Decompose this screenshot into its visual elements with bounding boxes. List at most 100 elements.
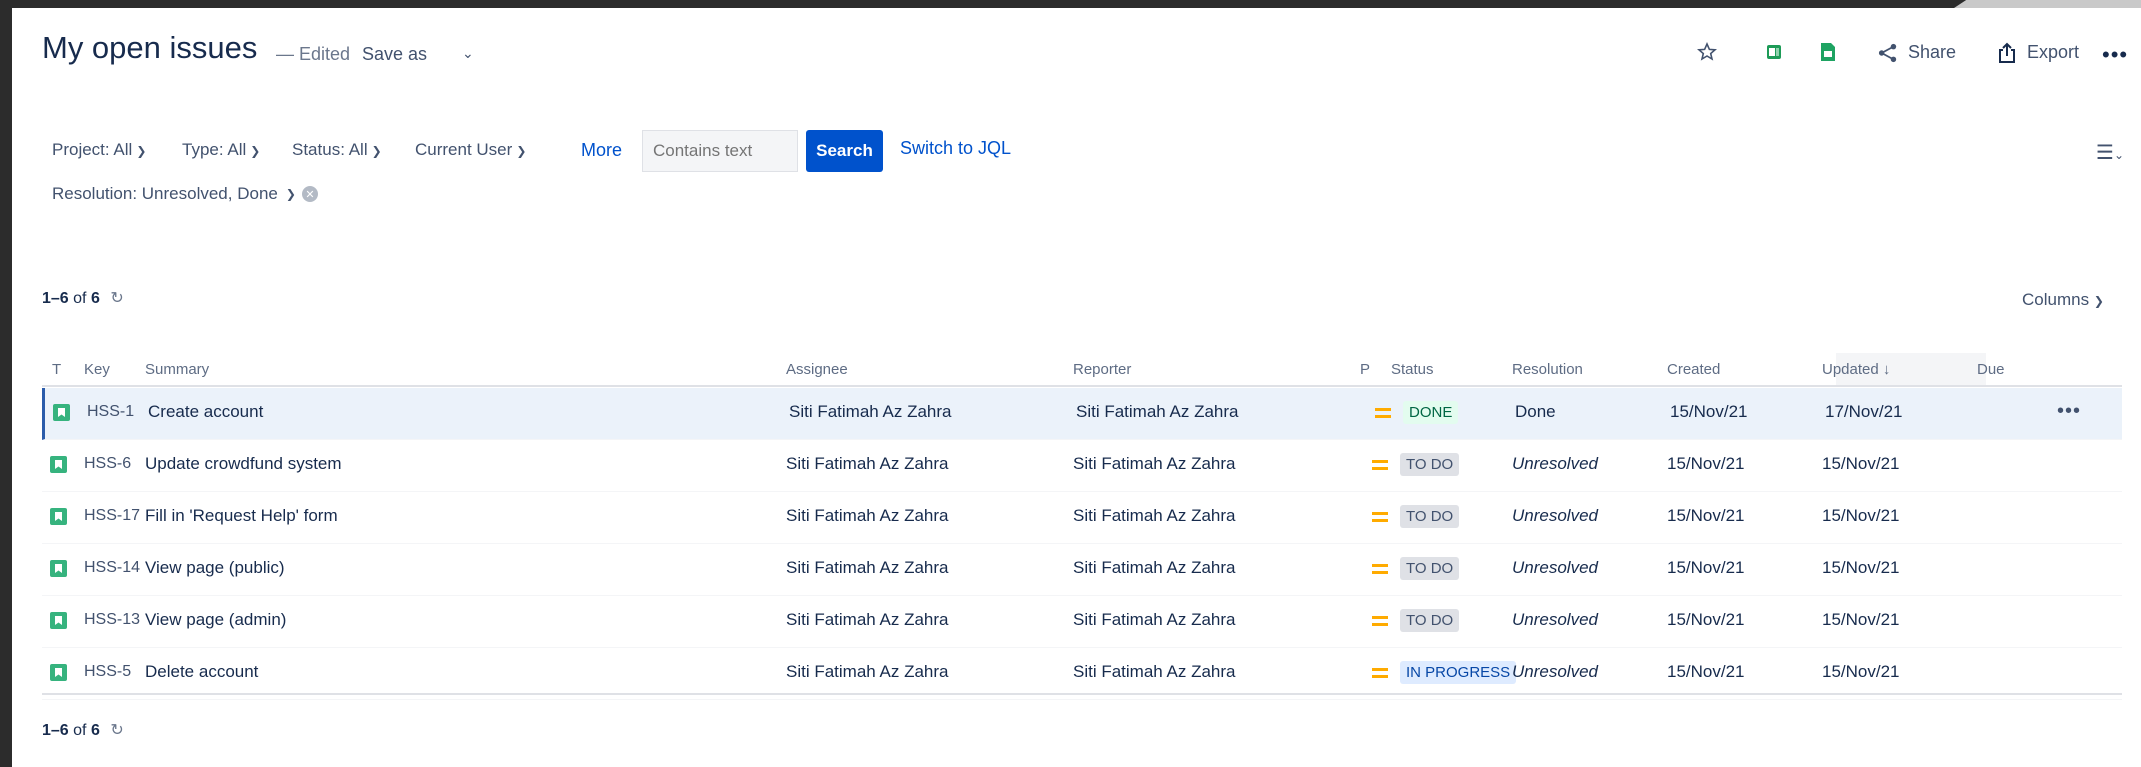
refresh-icon[interactable]: ↻ bbox=[110, 290, 123, 307]
sheets-export-button[interactable] bbox=[1818, 42, 1838, 62]
table-row[interactable]: HSS-14 View page (public) Siti Fatimah A… bbox=[42, 544, 2122, 596]
chevron-down-icon: ❯ bbox=[136, 144, 147, 158]
status-badge: TO DO bbox=[1400, 505, 1460, 528]
issue-resolution: Done bbox=[1515, 402, 1556, 421]
table-row[interactable]: HSS-6 Update crowdfund system Siti Fatim… bbox=[42, 440, 2122, 492]
search-input[interactable] bbox=[642, 130, 798, 172]
resolution-filter-label: Resolution: Unresolved, Done bbox=[52, 184, 278, 203]
col-assignee[interactable]: Assignee bbox=[786, 361, 848, 378]
col-reporter[interactable]: Reporter bbox=[1073, 361, 1131, 378]
issue-reporter: Siti Fatimah Az Zahra bbox=[1073, 454, 1236, 473]
col-updated-label: Updated bbox=[1822, 361, 1879, 378]
col-status[interactable]: Status bbox=[1391, 361, 1434, 378]
clear-filter-icon[interactable]: ✕ bbox=[301, 186, 318, 202]
status-filter[interactable]: Status: All ❯ bbox=[292, 140, 382, 160]
issue-updated: 15/Nov/21 bbox=[1822, 610, 1900, 629]
issue-key[interactable]: HSS-5 bbox=[84, 663, 131, 681]
priority-medium-icon bbox=[1372, 564, 1388, 574]
priority-medium-icon bbox=[1372, 512, 1388, 522]
export-button[interactable]: Export bbox=[1997, 42, 2079, 63]
issue-key[interactable]: HSS-1 bbox=[87, 403, 134, 421]
more-filters-link[interactable]: More bbox=[581, 140, 622, 161]
issue-reporter: Siti Fatimah Az Zahra bbox=[1073, 610, 1236, 629]
columns-label: Columns bbox=[2022, 290, 2090, 309]
user-filter[interactable]: Current User ❯ bbox=[415, 140, 526, 160]
col-summary[interactable]: Summary bbox=[145, 361, 209, 378]
col-updated[interactable]: Updated ↓ bbox=[1822, 361, 1890, 378]
issue-summary[interactable]: Delete account bbox=[145, 662, 258, 682]
col-due[interactable]: Due bbox=[1977, 361, 2005, 378]
issue-created: 15/Nov/21 bbox=[1670, 402, 1748, 421]
issue-assignee: Siti Fatimah Az Zahra bbox=[786, 454, 949, 473]
priority-medium-icon bbox=[1375, 408, 1391, 418]
status-filter-label: Status: All bbox=[292, 140, 368, 159]
pagination-count-top: 1–6 of 6 ↻ bbox=[42, 288, 124, 308]
issue-summary[interactable]: Create account bbox=[148, 402, 263, 422]
table-row[interactable]: HSS-13 View page (admin) Siti Fatimah Az… bbox=[42, 596, 2122, 648]
status-badge: TO DO bbox=[1400, 609, 1460, 632]
columns-button[interactable]: Columns ❯ bbox=[2022, 290, 2104, 310]
priority-medium-icon bbox=[1372, 668, 1388, 678]
story-icon bbox=[50, 664, 67, 681]
issue-key[interactable]: HSS-13 bbox=[84, 611, 140, 629]
issue-updated: 15/Nov/21 bbox=[1822, 558, 1900, 577]
table-bottom-divider bbox=[42, 693, 2122, 695]
col-created[interactable]: Created bbox=[1667, 361, 1720, 378]
window-frame-top bbox=[0, 0, 2141, 8]
issue-resolution: Unresolved bbox=[1512, 454, 1598, 473]
list-icon: ☰ bbox=[2096, 142, 2114, 164]
story-icon bbox=[50, 560, 67, 577]
chevron-down-icon: ❯ bbox=[2093, 294, 2104, 308]
story-icon bbox=[50, 612, 67, 629]
refresh-icon[interactable]: ↻ bbox=[110, 722, 123, 739]
issue-updated: 15/Nov/21 bbox=[1822, 662, 1900, 681]
export-label: Export bbox=[2027, 42, 2080, 62]
pagination-range: 1–6 bbox=[42, 722, 69, 739]
chevron-down-icon: ❯ bbox=[516, 144, 527, 158]
col-priority[interactable]: P bbox=[1360, 361, 1370, 378]
issue-navigator-page: My open issues — Edited Save as ⌄ Share … bbox=[12, 8, 2141, 767]
resolution-filter[interactable]: Resolution: Unresolved, Done ❯ ✕ bbox=[52, 184, 318, 204]
issue-updated: 15/Nov/21 bbox=[1822, 454, 1900, 473]
col-type[interactable]: T bbox=[52, 361, 61, 378]
star-button[interactable] bbox=[1697, 42, 1717, 62]
issue-reporter: Siti Fatimah Az Zahra bbox=[1073, 558, 1236, 577]
excel-export-button[interactable] bbox=[1764, 42, 1784, 62]
table-row[interactable]: HSS-17 Fill in 'Request Help' form Siti … bbox=[42, 492, 2122, 544]
page-title: My open issues bbox=[42, 30, 258, 65]
issue-reporter: Siti Fatimah Az Zahra bbox=[1073, 506, 1236, 525]
issue-reporter: Siti Fatimah Az Zahra bbox=[1076, 402, 1239, 421]
chevron-down-icon: ⌄ bbox=[2113, 148, 2124, 162]
pagination-total: 6 bbox=[90, 290, 100, 307]
save-as-button[interactable]: Save as bbox=[362, 44, 427, 65]
save-as-chevron-icon[interactable]: ⌄ bbox=[462, 45, 474, 62]
priority-medium-icon bbox=[1372, 616, 1388, 626]
search-button[interactable]: Search bbox=[806, 130, 883, 172]
issue-resolution: Unresolved bbox=[1512, 610, 1598, 629]
issue-assignee: Siti Fatimah Az Zahra bbox=[786, 662, 949, 681]
more-actions-button[interactable]: ••• bbox=[2102, 42, 2128, 68]
table-row[interactable]: HSS-1 Create account Siti Fatimah Az Zah… bbox=[42, 388, 2122, 440]
issue-key[interactable]: HSS-6 bbox=[84, 455, 131, 473]
issue-summary[interactable]: View page (public) bbox=[145, 558, 285, 578]
issue-summary[interactable]: Update crowdfund system bbox=[145, 454, 342, 474]
story-icon bbox=[53, 404, 70, 421]
issue-assignee: Siti Fatimah Az Zahra bbox=[786, 506, 949, 525]
issue-reporter: Siti Fatimah Az Zahra bbox=[1073, 662, 1236, 681]
share-button[interactable]: Share bbox=[1878, 42, 1956, 63]
chevron-down-icon: ❯ bbox=[285, 187, 296, 201]
issue-key[interactable]: HSS-14 bbox=[84, 559, 140, 577]
project-filter[interactable]: Project: All ❯ bbox=[52, 140, 146, 160]
view-options-button[interactable]: ☰⌄ bbox=[2096, 140, 2124, 165]
type-filter[interactable]: Type: All ❯ bbox=[182, 140, 260, 160]
window-frame-left bbox=[0, 0, 12, 767]
col-resolution[interactable]: Resolution bbox=[1512, 361, 1583, 378]
issue-created: 15/Nov/21 bbox=[1667, 454, 1745, 473]
issue-key[interactable]: HSS-17 bbox=[84, 507, 140, 525]
excel-icon bbox=[1764, 42, 1784, 62]
col-key[interactable]: Key bbox=[84, 361, 110, 378]
issue-summary[interactable]: View page (admin) bbox=[145, 610, 286, 630]
row-actions-icon[interactable]: ••• bbox=[2057, 400, 2081, 423]
switch-to-jql-link[interactable]: Switch to JQL bbox=[900, 138, 1011, 159]
issue-summary[interactable]: Fill in 'Request Help' form bbox=[145, 506, 338, 526]
